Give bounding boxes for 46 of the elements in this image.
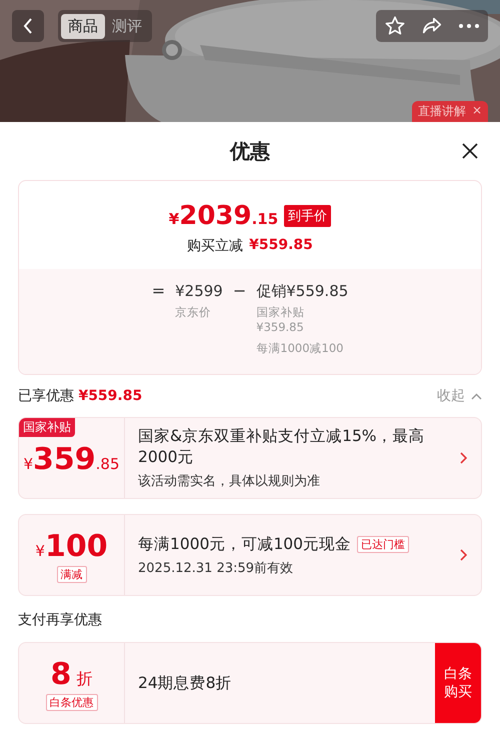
section-label: 支付再享优惠 xyxy=(18,611,103,630)
promo-detail: ¥359.85 xyxy=(256,320,305,335)
coupon-type-tag: 满减 xyxy=(56,566,86,582)
coupon-card[interactable]: 国家补贴 ¥359.85 国家&京东双重补贴支付立减15%，最高2000元 该活动需实名，具体以规则为准 xyxy=(18,417,482,499)
enjoyed-amount: ¥559.85 xyxy=(78,388,142,404)
sheet-title: 优惠 xyxy=(230,138,270,164)
close-icon[interactable]: × xyxy=(472,103,482,120)
base-label: 京东价 xyxy=(175,305,212,320)
section-label: 已享优惠 xyxy=(18,388,74,404)
coupon-amount: ¥100 xyxy=(35,532,108,562)
coupon-title: 24期息费8折 xyxy=(138,672,232,694)
back-button[interactable] xyxy=(12,10,44,42)
chevron-up-icon xyxy=(471,392,482,400)
chevron-right-icon xyxy=(460,549,467,561)
instant-amount: ¥559.85 xyxy=(249,237,313,255)
base-price: ¥2599 xyxy=(175,281,223,301)
buy-button[interactable]: 白条购买 xyxy=(435,643,481,723)
coupon-card[interactable]: ¥100 满减 每满1000元，可减100元现金 已达门槛 2025.12.31 23:59前有效 xyxy=(18,514,482,596)
coupon-amount: ¥359.85 xyxy=(23,445,120,475)
coupon-tag: 国家补贴 xyxy=(19,418,75,437)
final-price: ¥2039.15 xyxy=(168,201,278,231)
more-icon[interactable] xyxy=(458,23,480,29)
minus-sign: − xyxy=(232,281,246,301)
promo-detail: 国家补贴 xyxy=(256,305,306,320)
price-tag: 到手价 xyxy=(284,205,332,227)
coupon-note: 该活动需实名，具体以规则为准 xyxy=(138,473,321,490)
live-badge[interactable]: 直播讲解 × xyxy=(412,101,488,122)
tab[interactable]: 测评 xyxy=(105,14,149,38)
equals-sign: = xyxy=(152,281,166,301)
coupon-title: 国家&京东双重补贴支付立减15%，最高2000元 xyxy=(138,426,426,468)
coupon-card[interactable]: 8 折 白条优惠 24期息费8折 白条购买 xyxy=(18,642,482,724)
instant-label: 购买立减 xyxy=(187,237,244,255)
close-icon[interactable] xyxy=(462,143,478,159)
coupon-type-tag: 白条优惠 xyxy=(46,694,98,710)
promo-detail: 每满1000减100 xyxy=(256,341,344,356)
status-tag: 已达门槛 xyxy=(357,536,410,552)
live-label: 直播讲解 xyxy=(418,103,466,120)
back-icon xyxy=(23,17,33,35)
coupon-title: 每满1000元，可减100元现金 xyxy=(138,534,352,554)
coupon-amount: 8 折 xyxy=(50,660,92,690)
tab[interactable]: 商品 xyxy=(61,14,105,38)
coupon-note: 2025.12.31 23:59前有效 xyxy=(138,560,294,576)
star-icon[interactable] xyxy=(384,15,406,37)
chevron-right-icon xyxy=(460,452,467,464)
collapse-button[interactable]: 收起 xyxy=(437,387,482,405)
promo-amount: 促销¥559.85 xyxy=(256,281,348,301)
